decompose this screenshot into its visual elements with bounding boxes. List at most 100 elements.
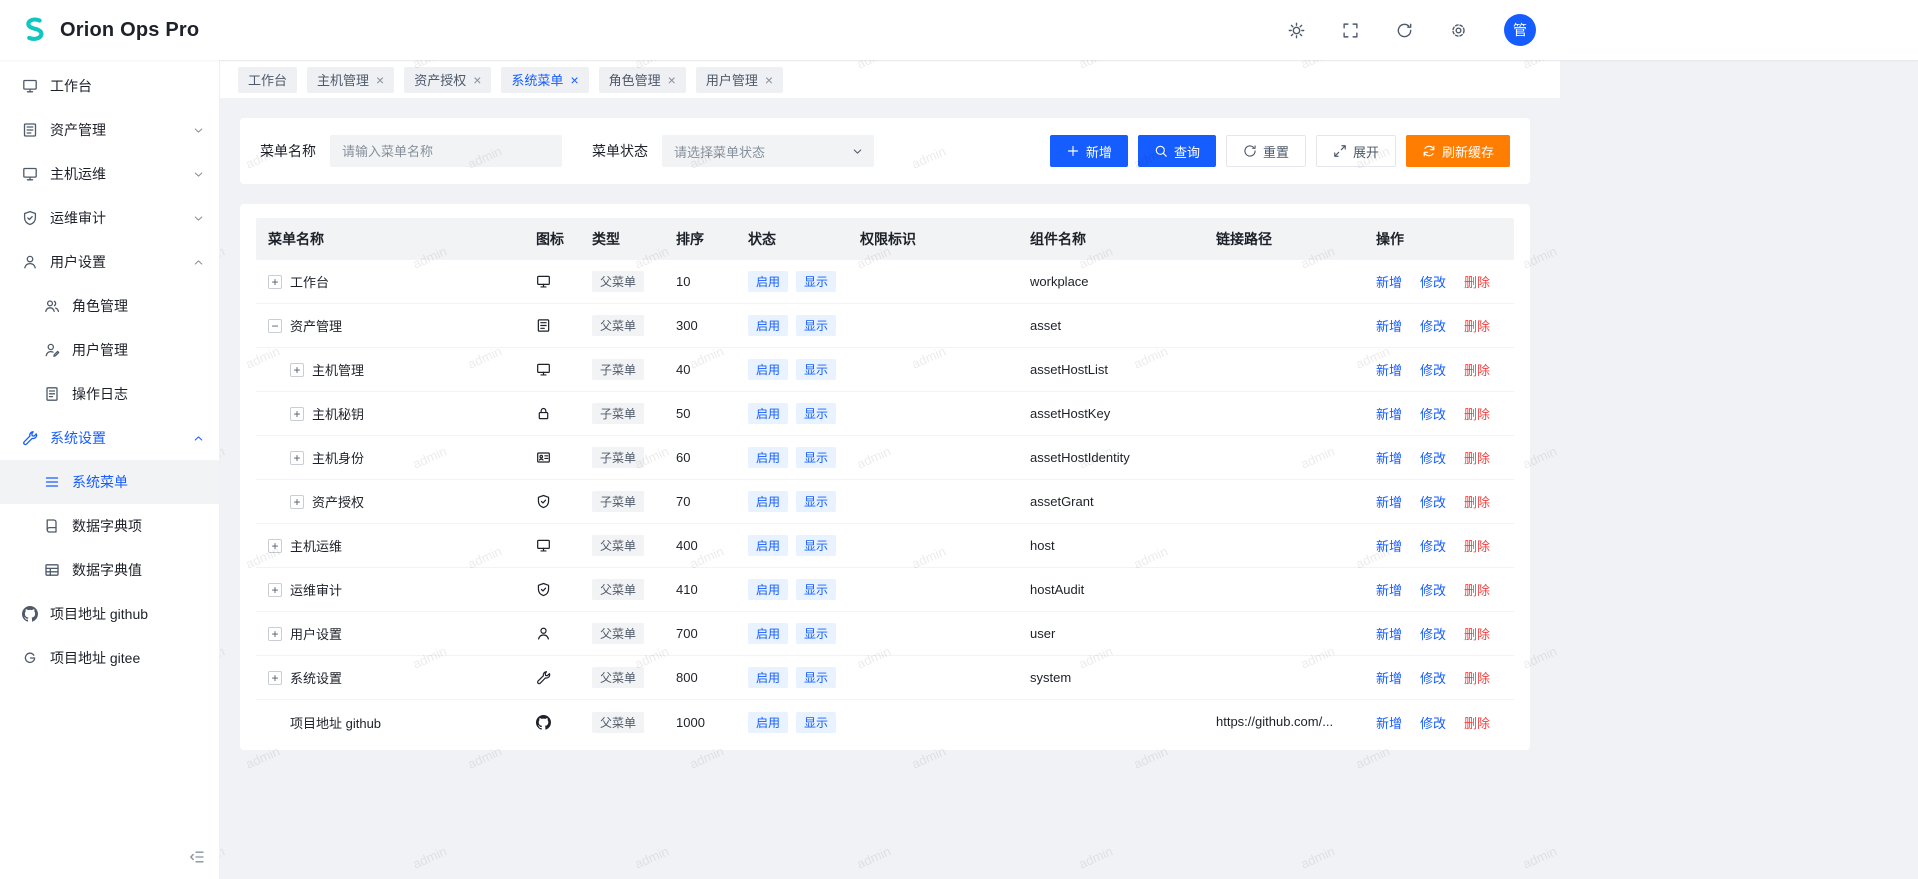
close-icon[interactable]: × — [570, 73, 578, 87]
edit-link[interactable]: 修改 — [1420, 404, 1446, 423]
watermark-text: admin — [854, 843, 892, 871]
edit-link[interactable]: 修改 — [1420, 448, 1446, 467]
sidebar-collapse-icon[interactable] — [189, 849, 205, 865]
sidebar-item-dict-item[interactable]: 数据字典项 — [0, 504, 219, 548]
sidebar-item-gitee[interactable]: 项目地址 gitee — [0, 636, 219, 680]
delete-link[interactable]: 删除 — [1464, 316, 1490, 335]
sidebar-item-user-manage[interactable]: 用户管理 — [0, 328, 219, 372]
add-link[interactable]: 新增 — [1376, 448, 1402, 467]
expand-toggle-icon[interactable]: + — [290, 363, 304, 377]
delete-link[interactable]: 删除 — [1464, 668, 1490, 687]
expand-button[interactable]: 展开 — [1316, 135, 1396, 167]
expand-toggle-icon[interactable]: + — [290, 495, 304, 509]
component-cell: assetHostIdentity — [1022, 450, 1208, 465]
collapse-toggle-icon[interactable]: − — [268, 319, 282, 333]
avatar[interactable]: 管 — [1504, 14, 1536, 46]
fullscreen-icon[interactable] — [1342, 22, 1359, 39]
sidebar-item-dict-value[interactable]: 数据字典值 — [0, 548, 219, 592]
delete-link[interactable]: 删除 — [1464, 448, 1490, 467]
theme-toggle-icon[interactable] — [1288, 22, 1305, 39]
expand-toggle-icon[interactable]: + — [268, 275, 282, 289]
tab-item[interactable]: 工作台 — [238, 67, 297, 93]
actions-cell: 新增修改删除 — [1368, 713, 1514, 732]
delete-link[interactable]: 删除 — [1464, 492, 1490, 511]
sort-cell: 60 — [668, 450, 740, 465]
close-icon[interactable]: × — [473, 73, 481, 87]
add-link[interactable]: 新增 — [1376, 624, 1402, 643]
tab-item[interactable]: 用户管理× — [696, 67, 783, 93]
delete-link[interactable]: 删除 — [1464, 360, 1490, 379]
menu-icon-cell — [528, 406, 584, 421]
expand-toggle-icon[interactable]: + — [290, 451, 304, 465]
edit-link[interactable]: 修改 — [1420, 360, 1446, 379]
delete-link[interactable]: 删除 — [1464, 272, 1490, 291]
expand-toggle-icon[interactable]: + — [268, 583, 282, 597]
tab-item[interactable]: 资产授权× — [404, 67, 491, 93]
sidebar-item-workplace[interactable]: 工作台 — [0, 64, 219, 108]
sidebar-item-github[interactable]: 项目地址 github — [0, 592, 219, 636]
sidebar-item-system-menu[interactable]: 系统菜单 — [0, 460, 219, 504]
delete-link[interactable]: 删除 — [1464, 713, 1490, 732]
sidebar-item-ops-audit[interactable]: 运维审计 — [0, 196, 219, 240]
monitor-icon — [536, 274, 551, 289]
delete-link[interactable]: 删除 — [1464, 624, 1490, 643]
visible-badge: 显示 — [796, 535, 836, 556]
sidebar-item-asset[interactable]: 资产管理 — [0, 108, 219, 152]
add-link[interactable]: 新增 — [1376, 360, 1402, 379]
lock-icon — [536, 406, 551, 421]
edit-link[interactable]: 修改 — [1420, 536, 1446, 555]
edit-link[interactable]: 修改 — [1420, 624, 1446, 643]
tab-item[interactable]: 角色管理× — [599, 67, 686, 93]
menu-status-select[interactable]: 请选择菜单状态 — [662, 135, 874, 167]
settings-gear-icon[interactable] — [1450, 22, 1467, 39]
status-cell: 启用显示 — [740, 271, 852, 292]
add-link[interactable]: 新增 — [1376, 713, 1402, 732]
close-icon[interactable]: × — [376, 73, 384, 87]
edit-link[interactable]: 修改 — [1420, 713, 1446, 732]
menu-name-cell: +主机管理 — [256, 360, 528, 379]
actions-cell: 新增修改删除 — [1368, 448, 1514, 467]
expand-toggle-icon[interactable]: + — [290, 407, 304, 421]
add-link[interactable]: 新增 — [1376, 536, 1402, 555]
add-link[interactable]: 新增 — [1376, 404, 1402, 423]
add-link[interactable]: 新增 — [1376, 316, 1402, 335]
app-header: Orion Ops Pro 管 — [0, 0, 1918, 60]
edit-link[interactable]: 修改 — [1420, 272, 1446, 291]
tab-item[interactable]: 系统菜单× — [501, 67, 588, 93]
expand-toggle-icon[interactable]: + — [268, 539, 282, 553]
close-icon[interactable]: × — [668, 73, 676, 87]
expand-toggle-icon[interactable]: + — [268, 671, 282, 685]
add-link[interactable]: 新增 — [1376, 272, 1402, 291]
tab-item[interactable]: 主机管理× — [307, 67, 394, 93]
link-cell: https://github.com/... — [1208, 700, 1368, 744]
add-button[interactable]: 新增 — [1050, 135, 1128, 167]
component-name: assetGrant — [1030, 494, 1094, 509]
delete-link[interactable]: 删除 — [1464, 536, 1490, 555]
sidebar-item-user-settings[interactable]: 用户设置 — [0, 240, 219, 284]
expand-toggle-icon[interactable]: + — [268, 627, 282, 641]
edit-link[interactable]: 修改 — [1420, 668, 1446, 687]
edit-link[interactable]: 修改 — [1420, 580, 1446, 599]
component-cell: asset — [1022, 318, 1208, 333]
edit-link[interactable]: 修改 — [1420, 492, 1446, 511]
delete-link[interactable]: 删除 — [1464, 580, 1490, 599]
edit-link[interactable]: 修改 — [1420, 316, 1446, 335]
delete-link[interactable]: 删除 — [1464, 404, 1490, 423]
refresh-cache-button[interactable]: 刷新缓存 — [1406, 135, 1510, 167]
close-icon[interactable]: × — [765, 73, 773, 87]
sidebar-item-role-manage[interactable]: 角色管理 — [0, 284, 219, 328]
tab-label: 工作台 — [248, 70, 287, 89]
sidebar-item-host-ops[interactable]: 主机运维 — [0, 152, 219, 196]
add-link[interactable]: 新增 — [1376, 492, 1402, 511]
component-cell: system — [1022, 670, 1208, 685]
column-header: 类型 — [584, 229, 668, 249]
search-button[interactable]: 查询 — [1138, 135, 1216, 167]
sidebar-item-op-log[interactable]: 操作日志 — [0, 372, 219, 416]
refresh-icon[interactable] — [1396, 22, 1413, 39]
add-link[interactable]: 新增 — [1376, 668, 1402, 687]
menu-name-input[interactable] — [330, 135, 562, 167]
reset-button[interactable]: 重置 — [1226, 135, 1306, 167]
sidebar-item-system-settings[interactable]: 系统设置 — [0, 416, 219, 460]
type-cell: 父菜单 — [584, 667, 668, 688]
add-link[interactable]: 新增 — [1376, 580, 1402, 599]
